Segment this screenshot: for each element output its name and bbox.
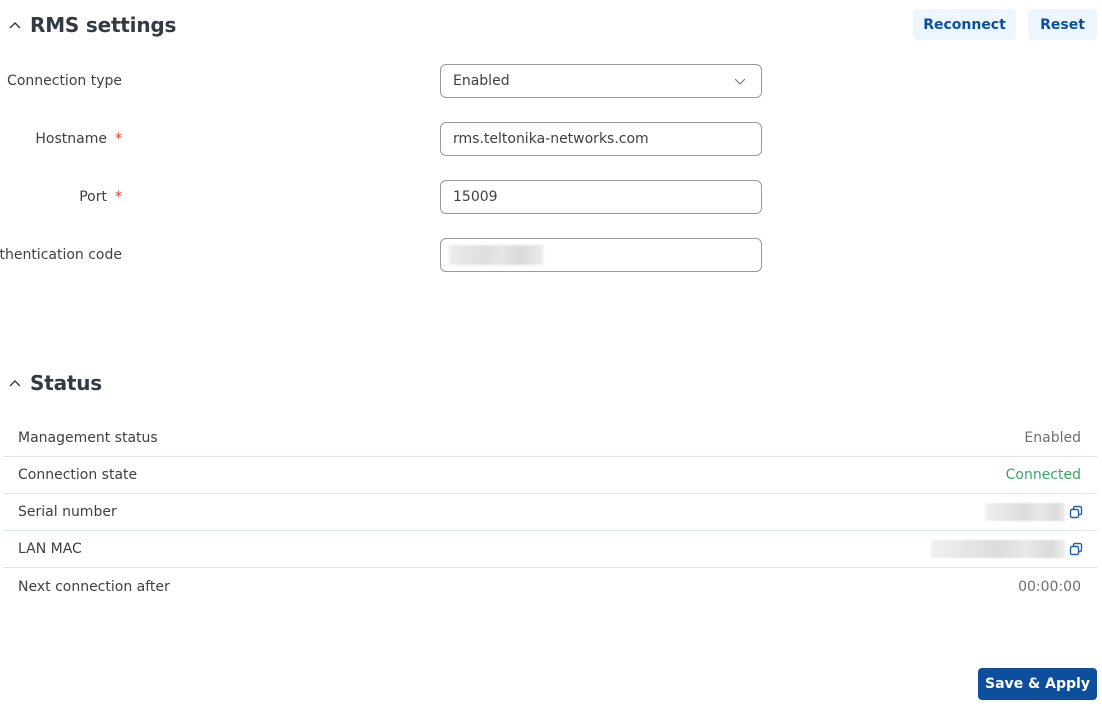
port-row: Port * [0,180,800,214]
hostname-label-text: Hostname [35,131,107,147]
auth-code-label-text: Authentication code [0,247,122,263]
hostname-row: Hostname * [0,122,800,156]
status-row-management: Management status Enabled [3,420,1097,457]
status-table: Management status Enabled Connection sta… [3,420,1097,605]
status-key: LAN MAC [18,541,82,557]
status-value: Connected [1005,467,1081,483]
hostname-input[interactable] [440,122,762,156]
port-label: Port * [79,180,122,214]
status-key: Next connection after [18,578,170,595]
status-row-next-connection: Next connection after 00:00:00 [3,568,1097,605]
required-marker: * [115,131,122,147]
rms-page: RMS settings Reconnect Reset Connection … [0,0,1102,704]
reset-button[interactable]: Reset [1028,9,1097,40]
status-value: 00:00:00 [1018,578,1081,595]
status-row-connection-state: Connection state Connected [3,457,1097,494]
auth-code-label: Authentication code [0,238,122,272]
redacted-value [931,540,1065,558]
status-row-lan-mac: LAN MAC [3,531,1097,568]
port-label-text: Port [79,189,107,205]
status-value [931,540,1083,558]
copy-icon[interactable] [1069,505,1083,519]
redacted-value [449,245,543,265]
status-title: Status [30,371,102,395]
port-input[interactable] [440,180,762,214]
status-key: Connection state [18,467,138,483]
status-value: Enabled [1024,430,1081,446]
copy-icon[interactable] [1069,542,1083,556]
connection-type-row: Connection type Enabled [0,64,800,98]
hostname-label: Hostname * [35,122,122,156]
reconnect-button[interactable]: Reconnect [913,9,1016,40]
connection-type-select[interactable]: Enabled [440,64,762,98]
connection-type-label-text: Connection type [7,73,122,89]
connection-type-value: Enabled [453,73,510,89]
status-key: Serial number [18,504,117,520]
connection-type-label: Connection type [7,64,122,98]
status-value [985,503,1083,521]
redacted-value [985,503,1065,521]
save-apply-button[interactable]: Save & Apply [978,668,1097,700]
status-header: Status [0,371,102,395]
chevron-up-icon[interactable] [4,372,26,394]
rms-settings-title: RMS settings [30,13,177,37]
status-row-serial-number: Serial number [3,494,1097,531]
chevron-down-icon [734,78,746,85]
auth-code-input[interactable] [440,238,762,272]
status-key: Management status [18,430,158,446]
chevron-up-icon[interactable] [4,14,26,36]
auth-code-row: Authentication code [0,238,800,272]
rms-settings-header: RMS settings [0,13,176,37]
required-marker: * [115,189,122,205]
